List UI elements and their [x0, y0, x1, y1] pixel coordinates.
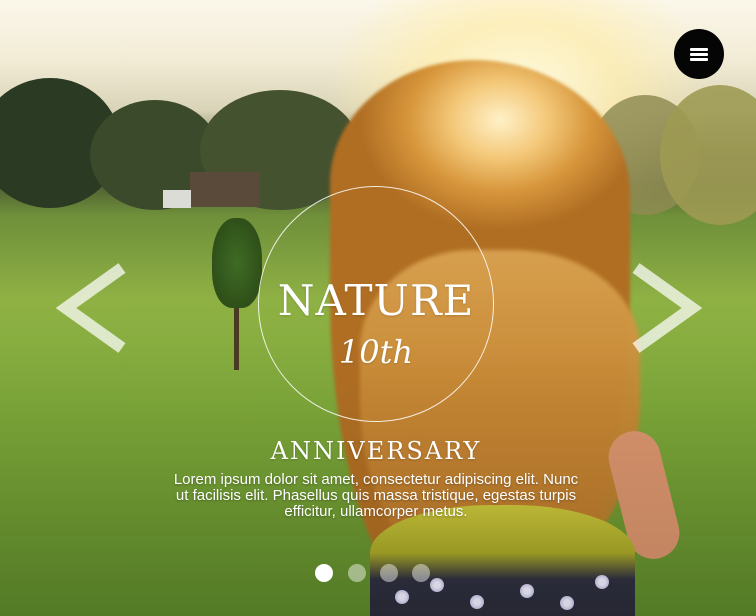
menu-button[interactable] — [674, 29, 724, 79]
hero-subtitle: ANNIVERSARY — [270, 437, 482, 465]
hero-description: Lorem ipsum dolor sit amet, consectetur … — [173, 471, 579, 520]
next-slide-button[interactable] — [630, 262, 704, 354]
previous-slide-button[interactable] — [54, 262, 128, 354]
hamburger-menu-icon — [690, 47, 708, 61]
pagination-dot-2[interactable] — [348, 564, 366, 582]
hero-title: NATURE — [277, 276, 475, 325]
chevron-right-icon — [632, 263, 703, 353]
pagination-dot-1[interactable] — [315, 564, 333, 582]
pagination-dot-4[interactable] — [412, 564, 430, 582]
chevron-left-icon — [55, 263, 126, 353]
hero-edition: 10th — [338, 333, 414, 371]
slide-pagination — [315, 564, 435, 582]
pagination-dot-3[interactable] — [380, 564, 398, 582]
